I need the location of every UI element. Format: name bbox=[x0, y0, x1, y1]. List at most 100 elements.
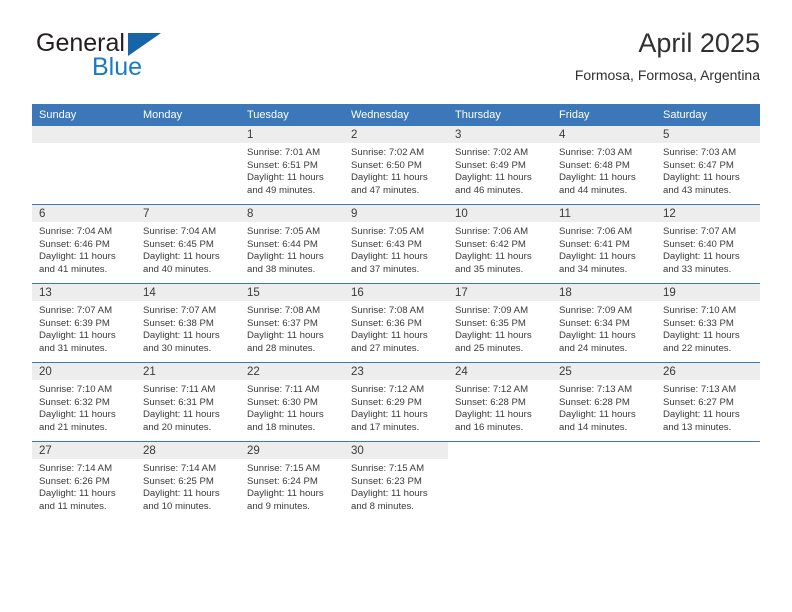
calendar-day-cell[interactable]: 20 Sunrise: 7:10 AM Sunset: 6:32 PM Dayligh… bbox=[32, 362, 136, 442]
day-details: Sunrise: 7:02 AM Sunset: 6:49 PM Daylight:… bbox=[448, 143, 552, 197]
daylight-text: Daylight: 11 hours bbox=[663, 409, 740, 421]
sunset-text: Sunset: 6:38 PM bbox=[143, 317, 214, 329]
calendar-day-cell[interactable]: 17 Sunrise: 7:09 AM Sunset: 6:35 PM Dayligh… bbox=[448, 283, 552, 363]
day-details: Sunrise: 7:07 AM Sunset: 6:40 PM Daylight:… bbox=[656, 222, 760, 276]
daylight-text: Daylight: 11 hours bbox=[663, 172, 740, 184]
calendar-day-cell-empty bbox=[32, 126, 136, 205]
daylight-text: Daylight: 11 hours bbox=[39, 488, 116, 500]
logo-text-blue: Blue bbox=[92, 53, 143, 81]
day-number: 28 bbox=[136, 442, 240, 459]
daylight-text: and 41 minutes. bbox=[39, 263, 108, 275]
sunrise-text: Sunrise: 7:04 AM bbox=[39, 226, 113, 237]
daylight-text: and 31 minutes. bbox=[39, 342, 108, 354]
calendar-day-cell[interactable]: 9 Sunrise: 7:05 AM Sunset: 6:43 PM Daylight… bbox=[344, 204, 448, 284]
day-details: Sunrise: 7:05 AM Sunset: 6:44 PM Daylight:… bbox=[240, 222, 344, 276]
page-subtitle: Formosa, Formosa, Argentina bbox=[574, 67, 760, 83]
calendar-day-cell[interactable]: 3 Sunrise: 7:02 AM Sunset: 6:49 PM Daylight… bbox=[448, 126, 552, 205]
calendar-day-cell[interactable]: 12 Sunrise: 7:07 AM Sunset: 6:40 PM Dayligh… bbox=[656, 204, 760, 284]
daylight-text: and 46 minutes. bbox=[455, 184, 524, 196]
calendar-day-cell[interactable]: 26 Sunrise: 7:13 AM Sunset: 6:27 PM Dayligh… bbox=[656, 362, 760, 442]
daylight-text: Daylight: 11 hours bbox=[559, 330, 636, 342]
calendar-week-row: 6 Sunrise: 7:04 AM Sunset: 6:46 PM Daylight… bbox=[32, 204, 760, 284]
sunset-text: Sunset: 6:28 PM bbox=[455, 396, 526, 408]
sunrise-text: Sunrise: 7:07 AM bbox=[663, 226, 737, 237]
daylight-text: Daylight: 11 hours bbox=[559, 409, 636, 421]
daylight-text: and 21 minutes. bbox=[39, 421, 108, 433]
calendar-day-cell[interactable]: 2 Sunrise: 7:02 AM Sunset: 6:50 PM Daylight… bbox=[344, 126, 448, 205]
day-number: 15 bbox=[240, 284, 344, 301]
day-details: Sunrise: 7:03 AM Sunset: 6:48 PM Daylight:… bbox=[552, 143, 656, 197]
day-number: 11 bbox=[552, 205, 656, 222]
calendar-day-cell[interactable]: 14 Sunrise: 7:07 AM Sunset: 6:38 PM Dayligh… bbox=[136, 283, 240, 363]
calendar-day-cell[interactable]: 1 Sunrise: 7:01 AM Sunset: 6:51 PM Daylight… bbox=[240, 126, 344, 205]
day-number: 1 bbox=[240, 126, 344, 143]
daylight-text: Daylight: 11 hours bbox=[39, 330, 116, 342]
calendar-day-cell[interactable]: 8 Sunrise: 7:05 AM Sunset: 6:44 PM Daylight… bbox=[240, 204, 344, 284]
sunrise-text: Sunrise: 7:13 AM bbox=[663, 384, 737, 395]
calendar-day-cell[interactable]: 18 Sunrise: 7:09 AM Sunset: 6:34 PM Dayligh… bbox=[552, 283, 656, 363]
sunrise-text: Sunrise: 7:05 AM bbox=[351, 226, 425, 237]
day-details: Sunrise: 7:11 AM Sunset: 6:30 PM Daylight:… bbox=[240, 380, 344, 434]
day-details: Sunrise: 7:02 AM Sunset: 6:50 PM Daylight:… bbox=[344, 143, 448, 197]
day-details: Sunrise: 7:08 AM Sunset: 6:37 PM Daylight:… bbox=[240, 301, 344, 355]
day-details: Sunrise: 7:14 AM Sunset: 6:26 PM Daylight:… bbox=[32, 459, 136, 513]
sunset-text: Sunset: 6:24 PM bbox=[247, 475, 318, 487]
daylight-text: Daylight: 11 hours bbox=[143, 251, 220, 263]
calendar-day-cell[interactable]: 15 Sunrise: 7:08 AM Sunset: 6:37 PM Dayligh… bbox=[240, 283, 344, 363]
calendar-day-cell[interactable]: 28 Sunrise: 7:14 AM Sunset: 6:25 PM Dayligh… bbox=[136, 441, 240, 520]
sunrise-text: Sunrise: 7:09 AM bbox=[455, 305, 529, 316]
calendar-day-cell[interactable]: 13 Sunrise: 7:07 AM Sunset: 6:39 PM Dayligh… bbox=[32, 283, 136, 363]
calendar-day-cell[interactable]: 29 Sunrise: 7:15 AM Sunset: 6:24 PM Dayligh… bbox=[240, 441, 344, 520]
calendar-day-cell[interactable]: 16 Sunrise: 7:08 AM Sunset: 6:36 PM Dayligh… bbox=[344, 283, 448, 363]
calendar-day-cell-empty bbox=[448, 441, 552, 520]
calendar-day-cell[interactable]: 5 Sunrise: 7:03 AM Sunset: 6:47 PM Daylight… bbox=[656, 126, 760, 205]
sunset-text: Sunset: 6:36 PM bbox=[351, 317, 422, 329]
day-number: 26 bbox=[656, 363, 760, 380]
calendar-day-cell[interactable]: 22 Sunrise: 7:11 AM Sunset: 6:30 PM Dayligh… bbox=[240, 362, 344, 442]
calendar-day-cell[interactable]: 19 Sunrise: 7:10 AM Sunset: 6:33 PM Dayligh… bbox=[656, 283, 760, 363]
page-header: General Blue April 2025 Formosa, Formosa… bbox=[32, 26, 760, 96]
calendar-day-cell[interactable]: 24 Sunrise: 7:12 AM Sunset: 6:28 PM Dayligh… bbox=[448, 362, 552, 442]
calendar-day-cell[interactable]: 23 Sunrise: 7:12 AM Sunset: 6:29 PM Dayligh… bbox=[344, 362, 448, 442]
sunrise-text: Sunrise: 7:10 AM bbox=[663, 305, 737, 316]
day-number: 6 bbox=[32, 205, 136, 222]
calendar-table: Sunday Monday Tuesday Wednesday Thursday… bbox=[32, 104, 760, 520]
daylight-text: Daylight: 11 hours bbox=[351, 172, 428, 184]
calendar-day-cell[interactable]: 21 Sunrise: 7:11 AM Sunset: 6:31 PM Dayligh… bbox=[136, 362, 240, 442]
weekday-header-tuesday: Tuesday bbox=[240, 104, 344, 126]
calendar-day-cell[interactable]: 4 Sunrise: 7:03 AM Sunset: 6:48 PM Daylight… bbox=[552, 126, 656, 205]
weekday-header-friday: Friday bbox=[552, 104, 656, 126]
day-details: Sunrise: 7:13 AM Sunset: 6:28 PM Daylight:… bbox=[552, 380, 656, 434]
daylight-text: and 22 minutes. bbox=[663, 342, 732, 354]
daylight-text: Daylight: 11 hours bbox=[351, 409, 428, 421]
page-title: April 2025 bbox=[638, 28, 760, 58]
calendar-day-cell[interactable]: 27 Sunrise: 7:14 AM Sunset: 6:26 PM Dayligh… bbox=[32, 441, 136, 520]
daylight-text: and 17 minutes. bbox=[351, 421, 420, 433]
day-details: Sunrise: 7:05 AM Sunset: 6:43 PM Daylight:… bbox=[344, 222, 448, 276]
day-details: Sunrise: 7:12 AM Sunset: 6:28 PM Daylight:… bbox=[448, 380, 552, 434]
daylight-text: Daylight: 11 hours bbox=[247, 330, 324, 342]
sunrise-text: Sunrise: 7:07 AM bbox=[39, 305, 113, 316]
daylight-text: Daylight: 11 hours bbox=[143, 330, 220, 342]
calendar-day-cell[interactable]: 11 Sunrise: 7:06 AM Sunset: 6:41 PM Dayligh… bbox=[552, 204, 656, 284]
calendar-day-cell[interactable]: 7 Sunrise: 7:04 AM Sunset: 6:45 PM Daylight… bbox=[136, 204, 240, 284]
daylight-text: and 47 minutes. bbox=[351, 184, 420, 196]
daylight-text: Daylight: 11 hours bbox=[455, 330, 532, 342]
weekday-header-thursday: Thursday bbox=[448, 104, 552, 126]
sunrise-text: Sunrise: 7:09 AM bbox=[559, 305, 633, 316]
sunset-text: Sunset: 6:43 PM bbox=[351, 238, 422, 250]
day-details: Sunrise: 7:03 AM Sunset: 6:47 PM Daylight:… bbox=[656, 143, 760, 197]
calendar-day-cell[interactable]: 30 Sunrise: 7:15 AM Sunset: 6:23 PM Dayligh… bbox=[344, 441, 448, 520]
day-number: 20 bbox=[32, 363, 136, 380]
day-number: 30 bbox=[344, 442, 448, 459]
calendar-day-cell[interactable]: 25 Sunrise: 7:13 AM Sunset: 6:28 PM Dayligh… bbox=[552, 362, 656, 442]
daylight-text: Daylight: 11 hours bbox=[39, 251, 116, 263]
calendar-day-cell[interactable]: 6 Sunrise: 7:04 AM Sunset: 6:46 PM Daylight… bbox=[32, 204, 136, 284]
day-details: Sunrise: 7:10 AM Sunset: 6:32 PM Daylight:… bbox=[32, 380, 136, 434]
day-details: Sunrise: 7:07 AM Sunset: 6:39 PM Daylight:… bbox=[32, 301, 136, 355]
calendar-day-cell[interactable]: 10 Sunrise: 7:06 AM Sunset: 6:42 PM Dayligh… bbox=[448, 204, 552, 284]
general-blue-logo[interactable]: General Blue bbox=[32, 28, 292, 90]
weekday-header-wednesday: Wednesday bbox=[344, 104, 448, 126]
day-number bbox=[32, 126, 136, 143]
day-number: 29 bbox=[240, 442, 344, 459]
